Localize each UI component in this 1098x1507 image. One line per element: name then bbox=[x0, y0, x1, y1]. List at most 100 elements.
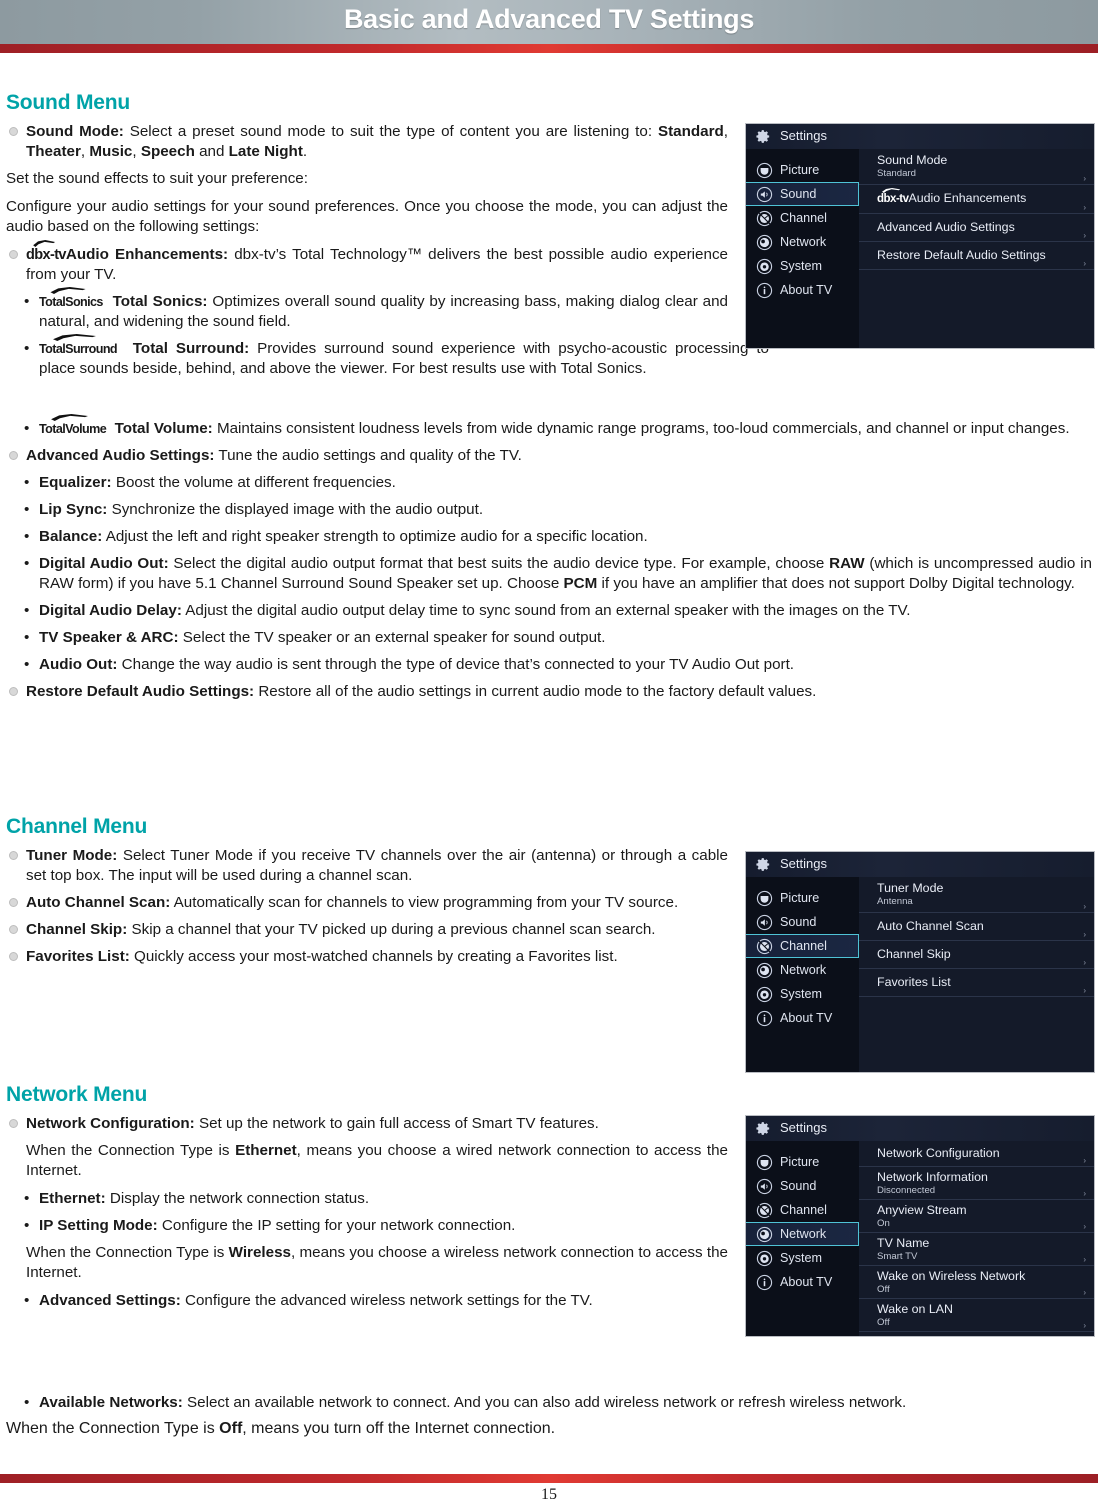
para-wireless-intro: When the Connection Type is Wireless, me… bbox=[6, 1243, 728, 1283]
menu-row-value: Antenna bbox=[877, 896, 913, 907]
menu-row-network-configuration[interactable]: Network Configuration › bbox=[859, 1141, 1094, 1167]
option-music: Music bbox=[89, 143, 133, 160]
sidebar-item-about-tv[interactable]: About TV bbox=[746, 1006, 859, 1030]
sep-1: , bbox=[723, 123, 728, 140]
picture-icon bbox=[756, 162, 773, 179]
list-item-ip-setting-mode: • IP Setting Mode: Configure the IP sett… bbox=[6, 1216, 728, 1236]
term-audio-enhancements: Audio Enhancements: bbox=[65, 246, 229, 263]
sep-end: . bbox=[302, 143, 308, 160]
bullet-circle-icon bbox=[9, 127, 18, 136]
text-audio-out: Change the way audio is sent through the… bbox=[117, 656, 795, 673]
network-menu-block: Network Menu Network Configuration: Set … bbox=[6, 1083, 728, 1318]
menu-row-value: On bbox=[877, 1218, 890, 1229]
sidebar-item-label: Picture bbox=[780, 891, 820, 905]
term-restore-default-audio: Restore Default Audio Settings: bbox=[26, 683, 255, 700]
square-bullet-icon: • bbox=[24, 528, 30, 545]
sidebar-item-system[interactable]: System bbox=[746, 1246, 859, 1270]
menu-row-label: Favorites List bbox=[877, 975, 951, 989]
sidebar-item-about-tv[interactable]: About TV bbox=[746, 278, 859, 302]
menu-row-label: Audio Enhancements bbox=[908, 191, 1027, 205]
menu-row-label: Auto Channel Scan bbox=[877, 919, 984, 933]
sidebar-item-label: About TV bbox=[780, 1275, 833, 1289]
term-auto-channel-scan: Auto Channel Scan: bbox=[26, 894, 171, 911]
sidebar-item-about-tv[interactable]: About TV bbox=[746, 1270, 859, 1294]
square-bullet-icon: • bbox=[24, 1292, 30, 1309]
sound-icon bbox=[756, 1178, 773, 1195]
menu-row-channel-skip[interactable]: Channel Skip › bbox=[859, 941, 1094, 969]
total-surround-logo-icon: TotalSurround bbox=[39, 334, 118, 359]
menu-row-network-information[interactable]: Network Information Disconnected › bbox=[859, 1167, 1094, 1200]
text-ip-setting-mode: Configure the IP setting for your networ… bbox=[157, 1217, 516, 1234]
term-audio-out: Audio Out: bbox=[39, 656, 118, 673]
chevron-right-icon: › bbox=[1083, 902, 1086, 911]
sidebar-item-sound[interactable]: Sound bbox=[746, 1174, 859, 1198]
menu-row-restore-default-audio-settings[interactable]: Restore Default Audio Settings › bbox=[859, 242, 1094, 270]
sidebar-item-sound[interactable]: Sound bbox=[746, 910, 859, 934]
option-ethernet: Ethernet bbox=[235, 1142, 297, 1159]
sidebar-item-channel[interactable]: Channel bbox=[746, 206, 859, 230]
chevron-right-icon: › bbox=[1083, 203, 1086, 212]
sidebar-item-network[interactable]: Network bbox=[746, 230, 859, 254]
tv-settings-panel-network[interactable]: Settings Picture Sound Channel Network S… bbox=[745, 1115, 1095, 1337]
sidebar-item-network[interactable]: Network bbox=[746, 1222, 859, 1246]
tv-settings-title: Settings bbox=[780, 128, 827, 143]
menu-row-wake-on-lan[interactable]: Wake on LAN Off › bbox=[859, 1299, 1094, 1332]
option-late-night: Late Night bbox=[228, 143, 303, 160]
menu-row-auto-channel-scan[interactable]: Auto Channel Scan › bbox=[859, 913, 1094, 941]
term-ip-setting-mode: IP Setting Mode: bbox=[39, 1217, 158, 1234]
sidebar-item-system[interactable]: System bbox=[746, 254, 859, 278]
menu-row-sound-mode[interactable]: Sound Mode Standard › bbox=[859, 149, 1094, 185]
tv-settings-nav: Picture Sound Channel Network System Abo… bbox=[746, 877, 860, 1072]
network-icon bbox=[756, 234, 773, 251]
list-item-network-configuration: Network Configuration: Set up the networ… bbox=[6, 1114, 728, 1134]
bullet-circle-icon bbox=[9, 250, 18, 259]
tv-settings-content-sound: Sound Mode Standard › dbx-tvAudio Enhanc… bbox=[859, 149, 1094, 348]
tv-settings-titlebar: Settings bbox=[746, 124, 1094, 150]
menu-row-favorites-list[interactable]: Favorites List › bbox=[859, 969, 1094, 997]
sidebar-item-picture[interactable]: Picture bbox=[746, 158, 859, 182]
tv-settings-nav: Picture Sound Channel Network System Abo… bbox=[746, 149, 860, 348]
menu-row-label: Wake on Wireless Network bbox=[877, 1269, 1026, 1283]
sound-menu-block: Sound Menu Sound Mode: Select a preset s… bbox=[6, 91, 769, 386]
list-item-ethernet: • Ethernet: Display the network connecti… bbox=[6, 1189, 728, 1209]
text-channel-skip: Skip a channel that your TV picked up du… bbox=[127, 921, 656, 938]
sidebar-item-sound[interactable]: Sound bbox=[746, 182, 859, 206]
sidebar-item-channel[interactable]: Channel bbox=[746, 1198, 859, 1222]
menu-row-audio-enhancements[interactable]: dbx-tvAudio Enhancements › bbox=[859, 185, 1094, 214]
option-off: Off bbox=[219, 1420, 243, 1437]
menu-row-tv-name[interactable]: TV Name Smart TV › bbox=[859, 1233, 1094, 1266]
tv-settings-panel-sound[interactable]: Settings Picture Sound Channel Network S… bbox=[745, 123, 1095, 349]
sidebar-item-channel[interactable]: Channel bbox=[746, 934, 859, 958]
sidebar-item-network[interactable]: Network bbox=[746, 958, 859, 982]
menu-row-anyview-stream[interactable]: Anyview Stream On › bbox=[859, 1200, 1094, 1233]
menu-row-label: Sound Mode bbox=[877, 153, 948, 167]
menu-row-wake-on-wireless-network[interactable]: Wake on Wireless Network Off › bbox=[859, 1266, 1094, 1299]
sidebar-item-label: About TV bbox=[780, 1011, 833, 1025]
option-theater: Theater bbox=[26, 143, 81, 160]
option-standard: Standard bbox=[657, 123, 724, 140]
info-icon bbox=[756, 1010, 773, 1027]
sidebar-item-picture[interactable]: Picture bbox=[746, 1150, 859, 1174]
term-total-surround: Total Surround: bbox=[132, 340, 250, 357]
term-advanced-settings: Advanced Settings: bbox=[39, 1292, 181, 1309]
list-item-available-networks: • Available Networks: Select an availabl… bbox=[6, 1393, 1092, 1413]
total-sonics-logo-icon: TotalSonics bbox=[39, 287, 103, 312]
list-item-total-sonics: • TotalSonics Total Sonics: Optimizes ov… bbox=[6, 287, 728, 332]
sidebar-item-system[interactable]: System bbox=[746, 982, 859, 1006]
channel-icon bbox=[756, 210, 773, 227]
menu-row-label: Restore Default Audio Settings bbox=[877, 248, 1046, 262]
chevron-right-icon: › bbox=[1083, 930, 1086, 939]
term-digital-audio-out: Digital Audio Out: bbox=[39, 555, 169, 572]
square-bullet-icon: • bbox=[24, 340, 30, 357]
gear-icon bbox=[755, 128, 772, 145]
network-menu-heading: Network Menu bbox=[6, 1083, 148, 1106]
text-tuner-mode: Select Tuner Mode if you receive TV chan… bbox=[26, 847, 728, 884]
menu-row-label: Network Configuration bbox=[877, 1146, 1000, 1160]
info-icon bbox=[756, 1274, 773, 1291]
sidebar-item-picture[interactable]: Picture bbox=[746, 886, 859, 910]
menu-row-tuner-mode[interactable]: Tuner Mode Antenna › bbox=[859, 877, 1094, 913]
menu-row-advanced-audio-settings[interactable]: Advanced Audio Settings › bbox=[859, 214, 1094, 242]
list-item-tuner-mode: Tuner Mode: Select Tuner Mode if you rec… bbox=[6, 846, 728, 886]
tv-settings-panel-channel[interactable]: Settings Picture Sound Channel Network S… bbox=[745, 851, 1095, 1073]
sidebar-item-label: About TV bbox=[780, 283, 833, 297]
